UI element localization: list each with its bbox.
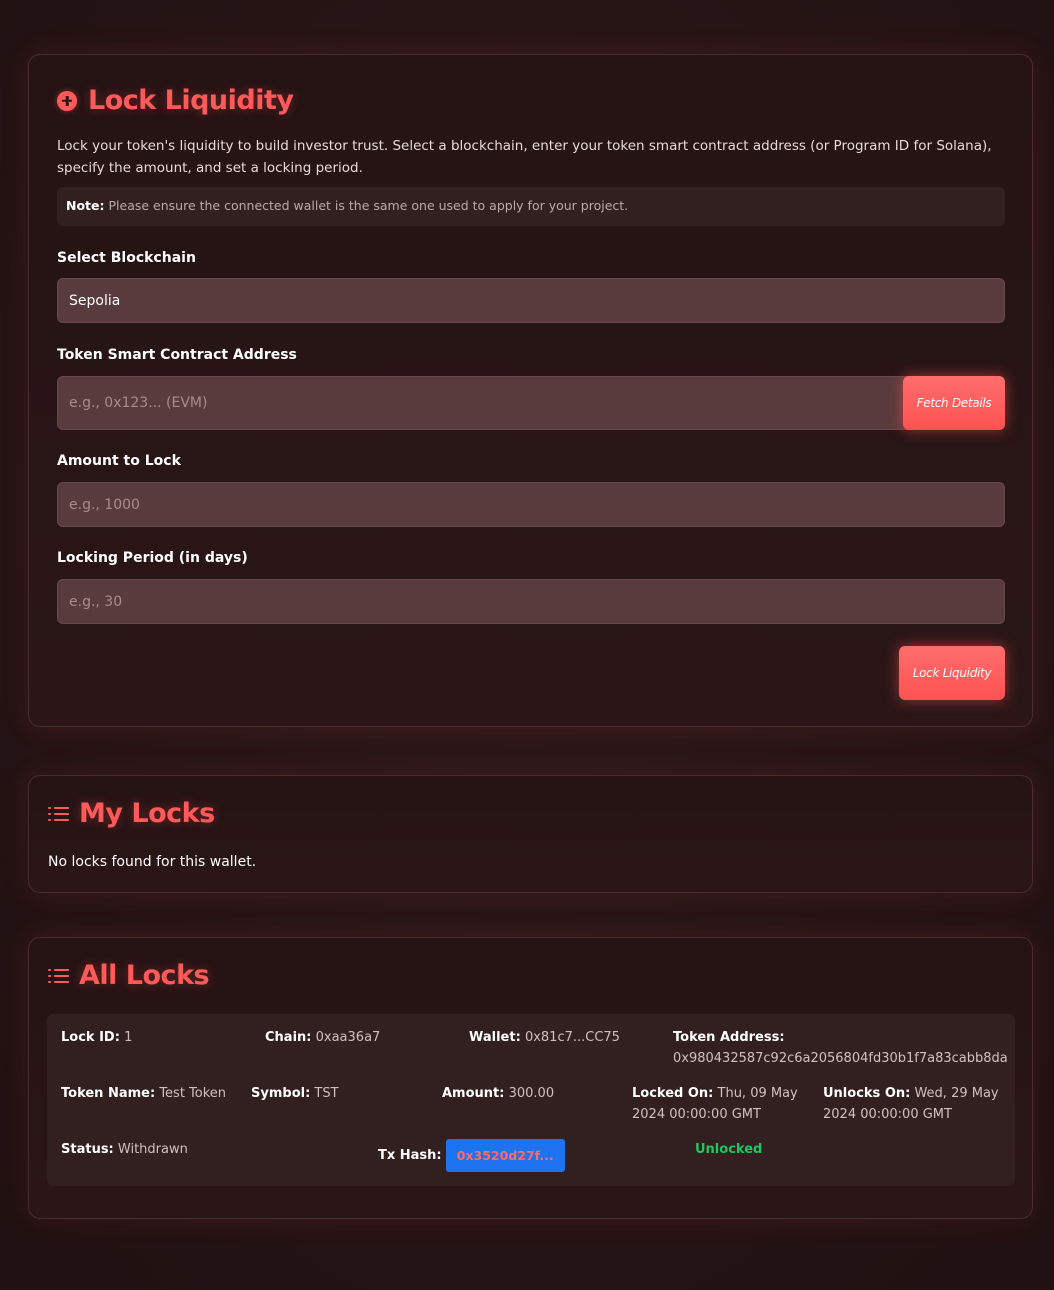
status-field: Status: Withdrawn xyxy=(61,1139,188,1160)
plus-circle-icon xyxy=(57,90,77,111)
fetch-details-button[interactable]: Fetch Details xyxy=(903,376,1005,430)
note-label: Note: xyxy=(66,198,105,213)
token-address-value: 0x980432587c92c6a2056804fd30b1f7a83cabb8… xyxy=(673,1051,1008,1066)
tx-hash-field: Tx Hash: 0x3520d27f... xyxy=(378,1139,565,1172)
lock-liquidity-button[interactable]: Lock Liquidity xyxy=(899,646,1005,700)
blockchain-label: Select Blockchain xyxy=(57,250,196,266)
note-text: Please ensure the connected wallet is th… xyxy=(108,198,629,213)
unlocks-on-field: Unlocks On: Wed, 29 May 2024 00:00:00 GM… xyxy=(823,1083,1003,1125)
chain-label: Chain: xyxy=(265,1030,312,1045)
unlocks-on-label: Unlocks On: xyxy=(823,1086,911,1101)
list-icon xyxy=(48,966,70,986)
chain-field: Chain: 0xaa36a7 xyxy=(265,1027,380,1048)
locking-period-input[interactable]: e.g., 30 xyxy=(57,579,1005,624)
token-address-label: Token Smart Contract Address xyxy=(57,347,297,363)
token-name-label: Token Name: xyxy=(61,1086,156,1101)
list-icon xyxy=(48,804,70,824)
amount-field: Amount: 300.00 xyxy=(442,1083,554,1104)
token-address-label: Token Address: xyxy=(673,1030,785,1045)
chain-value: 0xaa36a7 xyxy=(315,1030,381,1045)
symbol-label: Symbol: xyxy=(251,1086,311,1101)
lock-liquidity-description: Lock your token's liquidity to build inv… xyxy=(57,138,992,176)
symbol-field: Symbol: TST xyxy=(251,1083,339,1104)
lock-id-value: 1 xyxy=(124,1030,133,1045)
symbol-value: TST xyxy=(314,1086,339,1101)
amount-value: 300.00 xyxy=(508,1086,555,1101)
status-value: Withdrawn xyxy=(117,1142,188,1157)
token-name-value: Test Token xyxy=(159,1086,227,1101)
locking-period-placeholder: e.g., 30 xyxy=(69,593,123,610)
tx-hash-label: Tx Hash: xyxy=(378,1148,442,1163)
locked-on-label: Locked On: xyxy=(632,1086,714,1101)
lock-liquidity-title-text: Lock Liquidity xyxy=(88,85,294,116)
token-name-field: Token Name: Test Token xyxy=(61,1083,226,1104)
token-address-field: Token Address: 0x980432587c92c6a2056804f… xyxy=(673,1027,1008,1069)
wallet-value: 0x81c7...CC75 xyxy=(524,1030,620,1045)
amount-label: Amount: xyxy=(442,1086,505,1101)
blockchain-select-value: Sepolia xyxy=(69,292,121,309)
wallet-label: Wallet: xyxy=(469,1030,521,1045)
amount-input[interactable]: e.g., 1000 xyxy=(57,482,1005,527)
lock-liquidity-title: Lock Liquidity xyxy=(57,85,294,116)
amount-placeholder: e.g., 1000 xyxy=(69,496,140,513)
all-locks-card: All Locks Lock ID: 1 Chain: 0xaa36a7 Wal… xyxy=(28,937,1033,1219)
wallet-field: Wallet: 0x81c7...CC75 xyxy=(469,1027,620,1048)
lock-id-field: Lock ID: 1 xyxy=(61,1027,132,1048)
token-address-input[interactable]: e.g., 0x123... (EVM) xyxy=(57,376,1005,430)
all-locks-title-text: All Locks xyxy=(79,960,210,991)
my-locks-card: My Locks No locks found for this wallet. xyxy=(28,775,1033,893)
blockchain-select[interactable]: Sepolia xyxy=(57,278,1005,323)
tx-hash-link[interactable]: 0x3520d27f... xyxy=(445,1139,565,1172)
locked-on-field: Locked On: Thu, 09 May 2024 00:00:00 GMT xyxy=(632,1083,802,1125)
my-locks-title-text: My Locks xyxy=(79,798,215,829)
my-locks-empty-message: No locks found for this wallet. xyxy=(48,854,257,870)
amount-label: Amount to Lock xyxy=(57,453,181,469)
lock-row: Lock ID: 1 Chain: 0xaa36a7 Wallet: 0x81c… xyxy=(47,1014,1015,1186)
wallet-note: Note: Please ensure the connected wallet… xyxy=(57,187,1005,226)
unlock-state-badge: Unlocked xyxy=(695,1142,763,1157)
locking-period-label: Locking Period (in days) xyxy=(57,550,248,566)
all-locks-title: All Locks xyxy=(48,960,210,991)
my-locks-title: My Locks xyxy=(48,798,215,829)
lock-id-label: Lock ID: xyxy=(61,1030,120,1045)
lock-liquidity-card: Lock Liquidity Lock your token's liquidi… xyxy=(28,54,1033,727)
status-label: Status: xyxy=(61,1142,114,1157)
token-address-placeholder: e.g., 0x123... (EVM) xyxy=(69,395,208,411)
